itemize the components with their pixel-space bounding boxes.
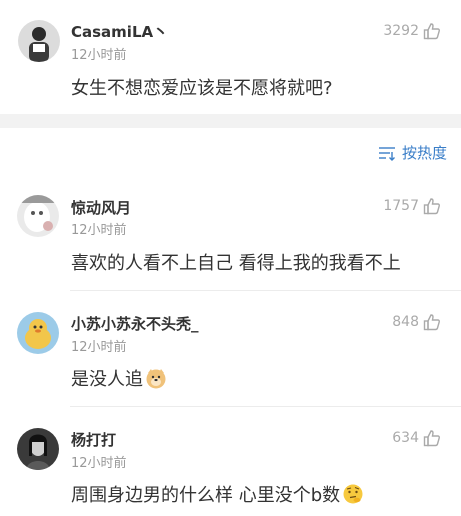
comment-like-count: 1757 <box>383 198 419 214</box>
thumb-up-icon <box>423 197 441 215</box>
thumb-up-icon <box>423 313 441 331</box>
comment-like-button[interactable]: 1757 <box>383 197 441 215</box>
comment-username[interactable]: 小苏小苏永不头秃_ <box>71 313 199 334</box>
original-post: CasamiLA丶 12小时前 3292 女生不想恋爱应该是不愿将就吧? <box>0 0 461 114</box>
thumb-up-icon <box>423 429 441 447</box>
post-username[interactable]: CasamiLA丶 <box>71 21 168 42</box>
avatar[interactable] <box>17 428 59 470</box>
comment-content: 周围身边男的什么样 心里没个b数 <box>71 483 364 509</box>
doge-emoji-icon <box>145 367 167 389</box>
avatar[interactable] <box>18 20 60 62</box>
thumb-up-icon <box>423 22 441 40</box>
comment-divider <box>70 406 461 407</box>
post-time: 12小时前 <box>71 48 127 63</box>
avatar[interactable] <box>17 195 59 237</box>
comment-time: 12小时前 <box>71 223 127 238</box>
comment-divider <box>70 290 461 291</box>
comment-like-count: 848 <box>392 314 419 330</box>
sort-label: 按热度 <box>401 144 447 162</box>
comment-username[interactable]: 惊动风月 <box>71 197 131 218</box>
comment-content: 喜欢的人看不上自己 看得上我的我看不上 <box>71 253 401 274</box>
comment-text: 是没人追 <box>71 369 143 390</box>
comment-username[interactable]: 杨打打 <box>71 429 116 450</box>
comment-like-count: 634 <box>392 430 419 446</box>
sort-by-hot-button[interactable]: 按热度 <box>378 142 447 163</box>
comment-time: 12小时前 <box>71 340 127 355</box>
post-like-count: 3292 <box>383 23 419 39</box>
post-like-button[interactable]: 3292 <box>383 22 441 40</box>
comment-text: 周围身边男的什么样 心里没个b数 <box>71 485 341 506</box>
thinking-emoji-icon <box>342 483 364 505</box>
avatar[interactable] <box>17 312 59 354</box>
comment-time: 12小时前 <box>71 456 127 471</box>
comment-content: 是没人追 <box>71 367 167 393</box>
comment-like-button[interactable]: 634 <box>392 429 441 447</box>
sort-icon <box>378 145 396 161</box>
comment-like-button[interactable]: 848 <box>392 313 441 331</box>
section-separator <box>0 114 461 128</box>
post-content: 女生不想恋爱应该是不愿将就吧? <box>71 78 333 99</box>
